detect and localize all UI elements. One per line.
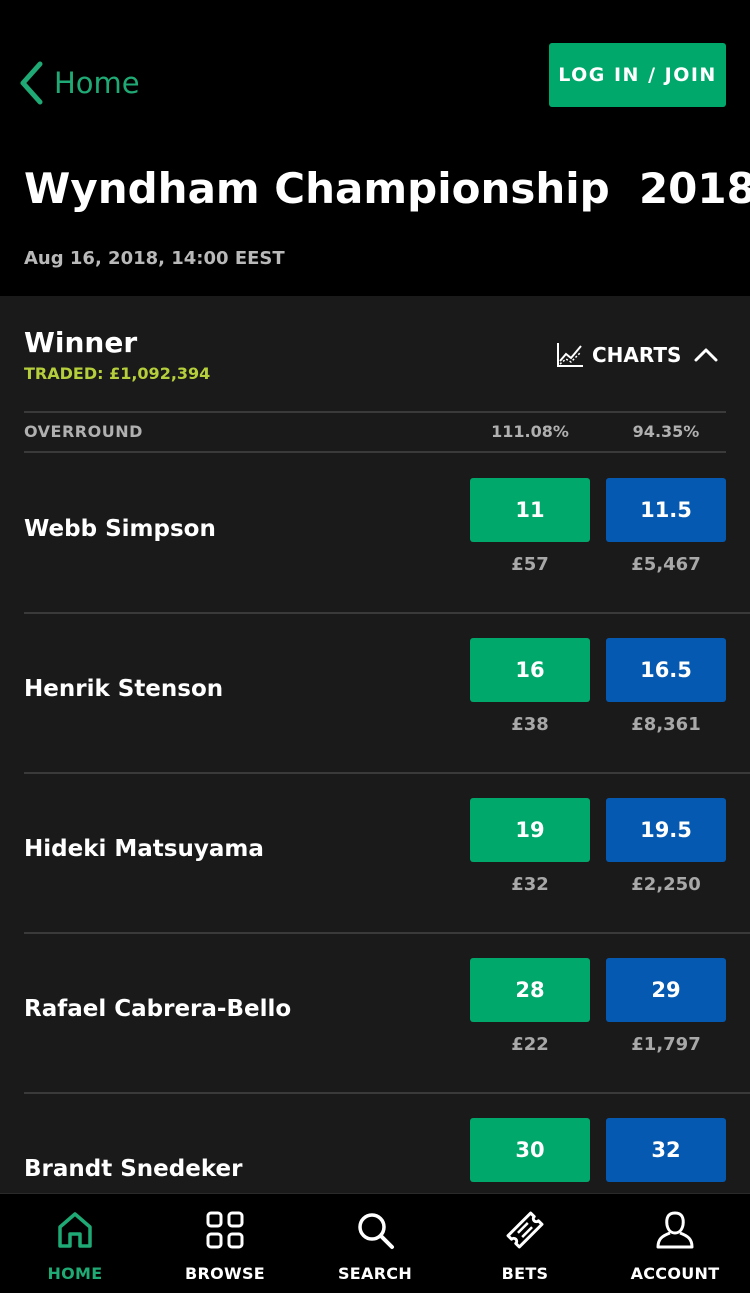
user-icon	[656, 1211, 694, 1249]
tab-browse[interactable]: BROWSE	[150, 1194, 300, 1293]
row-divider	[24, 772, 750, 774]
lay-price-button[interactable]: 19.5	[606, 798, 726, 862]
chevron-left-icon	[20, 61, 43, 105]
back-price-button[interactable]: 19	[470, 798, 590, 862]
tab-label: BETS	[501, 1264, 549, 1283]
back-available-amount: £32	[511, 874, 549, 895]
runner-row: Brandt Snedeker 30 32	[0, 1118, 750, 1193]
row-divider	[24, 1092, 750, 1094]
event-date: Aug 16, 2018, 14:00 EEST	[24, 248, 285, 269]
tab-label: ACCOUNT	[630, 1264, 720, 1283]
back-available-amount: £57	[511, 554, 549, 575]
lay-available-amount: £5,467	[631, 554, 701, 575]
charts-label: CHARTS	[592, 343, 682, 367]
tab-label: SEARCH	[337, 1264, 413, 1283]
row-divider	[24, 932, 750, 934]
runner-row: Rafael Cabrera-Bello 28 29 £22 £1,797	[0, 958, 750, 1118]
tab-account[interactable]: ACCOUNT	[600, 1194, 750, 1293]
market-panel: Winner TRADED: £1,092,394 CHARTS OVERROU…	[0, 296, 750, 1193]
runner-name: Henrik Stenson	[24, 676, 224, 702]
back-price-button[interactable]: 30	[470, 1118, 590, 1182]
tab-home[interactable]: HOME	[0, 1194, 150, 1293]
tab-label: HOME	[47, 1264, 103, 1283]
overround-label: OVERROUND	[24, 422, 143, 441]
tab-label: BROWSE	[184, 1264, 266, 1283]
runner-name: Webb Simpson	[24, 516, 216, 542]
tab-search[interactable]: SEARCH	[300, 1194, 450, 1293]
lay-price-button[interactable]: 29	[606, 958, 726, 1022]
event-title: Wyndham Championship 2018	[24, 164, 750, 213]
back-home-link[interactable]: Home	[18, 58, 140, 108]
back-label: Home	[54, 66, 140, 100]
tab-bets[interactable]: BETS	[450, 1194, 600, 1293]
chevron-up-icon	[694, 348, 718, 362]
overround-lay-value: 94.35%	[632, 422, 700, 441]
login-join-button[interactable]: LOG IN / JOIN	[549, 43, 726, 107]
app-header: Home LOG IN / JOIN Wyndham Championship …	[0, 0, 750, 296]
back-available-amount: £22	[511, 1034, 549, 1055]
lay-price-button[interactable]: 32	[606, 1118, 726, 1182]
back-price-button[interactable]: 16	[470, 638, 590, 702]
row-divider	[24, 612, 750, 614]
runner-name: Rafael Cabrera-Bello	[24, 996, 292, 1022]
lay-price-button[interactable]: 11.5	[606, 478, 726, 542]
search-icon	[358, 1213, 394, 1249]
overround-back-value: 111.08%	[491, 422, 569, 441]
ticket-icon	[506, 1211, 544, 1249]
runner-row: Henrik Stenson 16 16.5 £38 £8,361	[0, 638, 750, 798]
lay-available-amount: £1,797	[631, 1034, 701, 1055]
home-icon	[58, 1212, 92, 1248]
market-name: Winner	[24, 326, 138, 359]
back-price-button[interactable]: 28	[470, 958, 590, 1022]
lay-price-button[interactable]: 16.5	[606, 638, 726, 702]
grid-icon	[206, 1211, 244, 1249]
traded-amount: TRADED: £1,092,394	[24, 364, 211, 383]
collapse-toggle[interactable]	[690, 340, 722, 370]
runner-row: Hideki Matsuyama 19 19.5 £32 £2,250	[0, 798, 750, 958]
runner-name: Brandt Snedeker	[24, 1156, 243, 1182]
bottom-tab-bar: HOME BROWSE SEARCH BETS ACCOUNT	[0, 1193, 750, 1293]
lay-available-amount: £8,361	[631, 714, 701, 735]
line-chart-icon	[557, 343, 583, 367]
runner-name: Hideki Matsuyama	[24, 836, 264, 862]
runner-row: Webb Simpson 11 11.5 £57 £5,467	[0, 478, 750, 638]
divider	[24, 411, 726, 413]
back-available-amount: £38	[511, 714, 549, 735]
lay-available-amount: £2,250	[631, 874, 701, 895]
charts-button[interactable]: CHARTS	[556, 340, 681, 370]
divider	[24, 451, 726, 453]
back-price-button[interactable]: 11	[470, 478, 590, 542]
